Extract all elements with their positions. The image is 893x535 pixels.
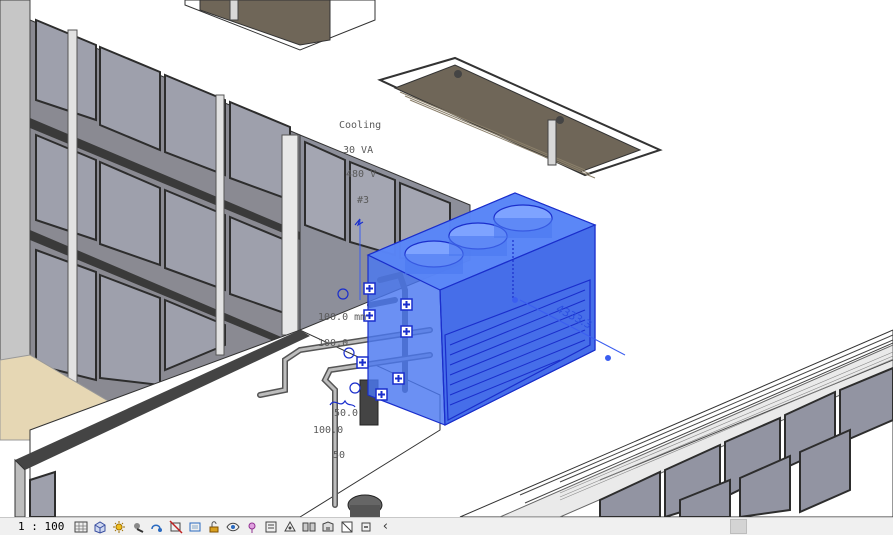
shadows-icon[interactable] [131, 520, 145, 534]
collapse-icon[interactable] [359, 520, 373, 534]
annotation-cooling: Cooling [339, 120, 382, 131]
temp-view-properties-icon[interactable] [264, 520, 278, 534]
annotation-voltage: 480 V [346, 169, 377, 180]
annotation-size-1: 100.0 mm [318, 312, 367, 323]
sun-path-icon[interactable] [112, 520, 126, 534]
annotation-size-2: 100.0 [318, 338, 349, 349]
view-scale[interactable]: 1 : 100 [18, 520, 64, 533]
annotation-size-5: 50 [333, 450, 346, 461]
reveal-hidden-icon[interactable] [245, 520, 259, 534]
3d-view-canvas[interactable]: Cooling 30 VA 480 V #3 100.0 mm 100.0 50… [0, 0, 893, 517]
annotation-size-3: 50.0 [334, 408, 359, 419]
annotation-size-4: 100.0 [313, 425, 344, 436]
annotation-number: #3 [357, 195, 370, 206]
scrollbar-thumb[interactable] [730, 519, 747, 534]
view-control-tools [74, 519, 378, 534]
analytical-model-icon[interactable] [283, 520, 297, 534]
design-options-icon[interactable] [340, 520, 354, 534]
building-model-drawing [0, 0, 893, 517]
annotation-va: 30 VA [343, 145, 374, 156]
view-control-bar: 1 : 100 ‹ [0, 517, 893, 535]
detail-level-icon[interactable] [74, 520, 88, 534]
worksharing-icon[interactable] [321, 520, 335, 534]
render-icon[interactable] [150, 520, 164, 534]
crop-view-icon[interactable] [169, 519, 183, 534]
show-crop-icon[interactable] [188, 520, 202, 534]
highlight-displacement-icon[interactable] [302, 520, 316, 534]
temporary-hide-icon[interactable] [226, 520, 240, 534]
chevron-left-icon[interactable]: ‹ [378, 519, 392, 534]
visual-style-icon[interactable] [93, 520, 107, 534]
unlock-3d-icon[interactable] [207, 520, 221, 534]
